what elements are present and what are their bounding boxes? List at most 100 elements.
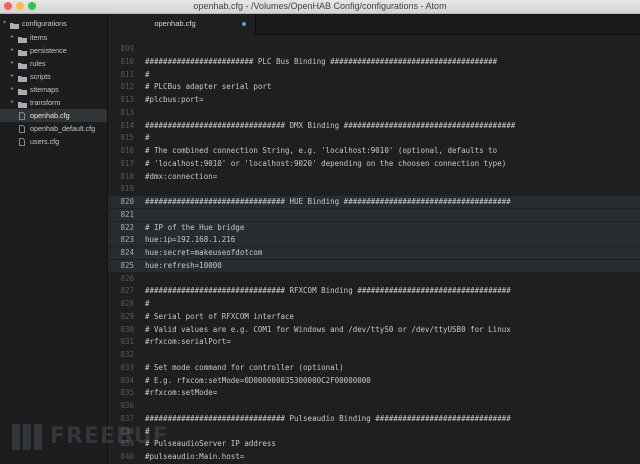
- modified-indicator-icon[interactable]: [242, 22, 246, 26]
- line-number: 814: [120, 120, 134, 130]
- line-text: # Serial port of RFXCOM interface: [145, 311, 295, 321]
- code-line[interactable]: 809: [108, 43, 640, 55]
- line-text: ############################### DMX Bind…: [145, 120, 516, 130]
- code-line[interactable]: 834 # E.g. rfxcom:setMode=0D0000000353000…: [108, 375, 640, 387]
- tree-item-label: scripts: [30, 72, 51, 81]
- code-line[interactable]: 815 #: [108, 132, 640, 144]
- code-line[interactable]: 820 ############################### HUE B…: [108, 196, 640, 208]
- folder-icon: [18, 86, 27, 95]
- code-line[interactable]: 838 #: [108, 426, 640, 438]
- line-text: # 'localhost:9010' or 'localhost:9020' d…: [145, 158, 507, 168]
- code-line[interactable]: 821: [108, 208, 640, 221]
- code-line[interactable]: 812 # PLCBus adapter serial port: [108, 81, 640, 93]
- title-bar: openhab.cfg - /Volumes/OpenHAB Config/co…: [0, 0, 640, 14]
- line-number: 818: [120, 171, 134, 181]
- tree-item-persistence[interactable]: ▸ persistence: [0, 44, 107, 57]
- chevron-right-icon[interactable]: ▸: [11, 96, 14, 109]
- line-number: 833: [120, 362, 134, 372]
- tree-item-label: rules: [30, 59, 46, 68]
- tree-item-openhab-cfg[interactable]: openhab.cfg: [0, 109, 107, 122]
- tree-item-openhab-default-cfg[interactable]: openhab_default.cfg: [0, 122, 107, 135]
- line-number: 825: [120, 260, 134, 270]
- tree-item-items[interactable]: ▸ items: [0, 31, 107, 44]
- chevron-down-icon[interactable]: ▾: [3, 17, 6, 30]
- tree-item-transform[interactable]: ▸ transform: [0, 96, 107, 109]
- tree-item-users-cfg[interactable]: users.cfg: [0, 135, 107, 148]
- tree-root-configurations[interactable]: ▾ configurations: [0, 17, 107, 30]
- line-text: #pulseaudio:Main.host=: [145, 452, 245, 461]
- tree-item-label: openhab_default.cfg: [30, 124, 96, 133]
- line-text: # Valid values are e.g. COM1 for Windows…: [145, 324, 511, 334]
- code-line[interactable]: 825 hue:refresh=10000: [108, 259, 640, 272]
- code-line[interactable]: 840 #pulseaudio:Main.host=: [108, 451, 640, 463]
- code-line[interactable]: 822 # IP of the Hue bridge: [108, 221, 640, 234]
- code-line[interactable]: 827 ############################### RFXCO…: [108, 285, 640, 297]
- folder-icon: [18, 99, 27, 108]
- code-line[interactable]: 813: [108, 107, 640, 119]
- code-line[interactable]: 814 ############################### DMX B…: [108, 120, 640, 132]
- watermark-logo-icon: [12, 424, 42, 450]
- line-number: 813: [120, 95, 134, 104]
- code-line[interactable]: 835 #rfxcom:setMode=: [108, 387, 640, 399]
- tree-item-rules[interactable]: ▸ rules: [0, 57, 107, 70]
- line-text: # E.g. rfxcom:setMode=0D000000035300000C…: [145, 375, 371, 385]
- code-line[interactable]: 817 # 'localhost:9010' or 'localhost:9020…: [108, 158, 640, 170]
- folder-icon: [18, 60, 27, 69]
- code-line[interactable]: 837 ############################### Pulse…: [108, 413, 640, 425]
- folder-icon: [10, 20, 19, 29]
- line-number: 828: [120, 299, 134, 308]
- line-number: 824: [120, 248, 134, 257]
- code-line[interactable]: 839 # PulseaudioServer IP address: [108, 438, 640, 450]
- tree-view[interactable]: ▾ configurations ▸ items ▸ persistence ▸ rules ▸…: [0, 14, 108, 464]
- code-line[interactable]: 830 # Valid values are e.g. COM1 for Wind…: [108, 324, 640, 336]
- chevron-right-icon[interactable]: ▸: [11, 83, 14, 96]
- code-line[interactable]: 816 # The combined connection String, e.g…: [108, 145, 640, 157]
- code-line[interactable]: 819: [108, 183, 640, 195]
- line-text: # IP of the Hue bridge: [145, 222, 245, 232]
- line-number: 809: [120, 44, 134, 53]
- line-number: 821: [120, 209, 134, 219]
- chevron-right-icon[interactable]: ▸: [11, 31, 14, 44]
- chevron-right-icon[interactable]: ▸: [11, 57, 14, 70]
- tree-item-label: configurations: [22, 19, 67, 28]
- line-text: # The combined connection String, e.g. '…: [145, 146, 498, 155]
- line-text: #: [145, 133, 150, 143]
- window-title: openhab.cfg - /Volumes/OpenHAB Config/co…: [193, 1, 447, 11]
- line-number: 817: [120, 158, 134, 168]
- code-line[interactable]: 813 #plcbus:port=: [108, 94, 640, 106]
- line-number: 829: [120, 311, 134, 321]
- code-line[interactable]: 829 # Serial port of RFXCOM interface: [108, 311, 640, 323]
- tree-item-label: sitemaps: [30, 85, 59, 94]
- chevron-right-icon[interactable]: ▸: [11, 70, 14, 83]
- line-text: #: [145, 299, 150, 308]
- folder-icon: [18, 34, 27, 43]
- line-number: 830: [120, 324, 134, 334]
- line-number: 827: [120, 286, 134, 296]
- tree-item-sitemaps[interactable]: ▸ sitemaps: [0, 83, 107, 96]
- tree-item-label: persistence: [30, 46, 67, 55]
- chevron-right-icon[interactable]: ▸: [11, 44, 14, 57]
- code-line[interactable]: 833 # Set mode command for controller (op…: [108, 362, 640, 374]
- code-line[interactable]: 836: [108, 400, 640, 412]
- code-line[interactable]: 824 hue:secret=makeuseofdotcom: [108, 247, 640, 259]
- tree-item-scripts[interactable]: ▸ scripts: [0, 70, 107, 83]
- code-line[interactable]: 826: [108, 273, 640, 285]
- editor[interactable]: 809 810 ######################## PLC Bus B…: [108, 35, 640, 464]
- code-line[interactable]: 811 #: [108, 69, 640, 81]
- code-line[interactable]: 828 #: [108, 298, 640, 310]
- tree-item-label: openhab.cfg: [30, 111, 70, 120]
- line-text: # Set mode command for controller (optio…: [145, 362, 344, 372]
- line-number: 822: [120, 222, 134, 232]
- tree-item-label: transform: [30, 98, 61, 107]
- line-number: 832: [120, 350, 134, 359]
- line-number: 813: [120, 107, 134, 117]
- code-line[interactable]: 831 #rfxcom:serialPort=: [108, 336, 640, 348]
- code-line[interactable]: 832: [108, 349, 640, 361]
- code-line[interactable]: 818 #dmx:connection=: [108, 171, 640, 183]
- line-text: ############################### RFXCOM B…: [145, 286, 511, 296]
- line-number: 811: [120, 69, 134, 79]
- watermark-text: FREEBUF: [50, 424, 169, 449]
- code-line[interactable]: 810 ######################## PLC Bus Bind…: [108, 56, 640, 68]
- tab-openhab-cfg[interactable]: openhab.cfg: [108, 14, 256, 35]
- code-line[interactable]: 823 hue:ip=192.168.1.216: [108, 234, 640, 247]
